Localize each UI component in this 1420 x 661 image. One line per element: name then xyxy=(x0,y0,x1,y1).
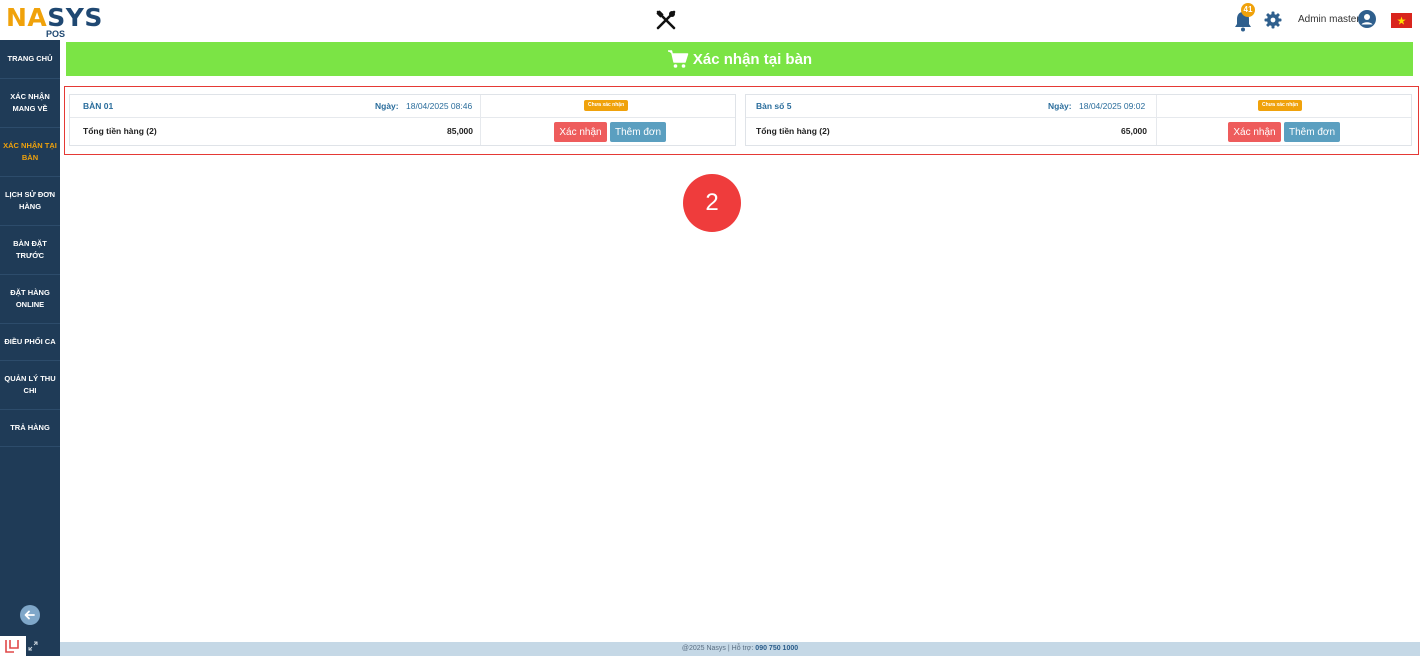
sidebar-item-table-confirm[interactable]: XÁC NHẬN TẠI BÀN xyxy=(0,128,60,177)
table-name: Bàn số 5 xyxy=(756,101,792,111)
sidebar-item-reserved-tables[interactable]: BÀN ĐẶT TRƯỚC xyxy=(0,226,60,275)
logo-pos: POS xyxy=(46,29,66,39)
sidebar-item-income-expense[interactable]: QUẢN LÝ THU CHI xyxy=(0,361,60,410)
sidebar: TRANG CHỦ XÁC NHẬN MANG VỀ XÁC NHẬN TẠI … xyxy=(0,40,60,656)
sidebar-item-home[interactable]: TRANG CHỦ xyxy=(0,40,60,79)
total-label: Tổng tiền hàng (2) xyxy=(83,126,157,136)
logo-sys: SYS xyxy=(47,3,103,32)
top-header: NASYS POS 41 Admin master xyxy=(0,0,1420,40)
order-card: BÀN 01 Ngày: 18/04/2025 08:46 Chưa xác n… xyxy=(69,94,736,146)
corner-app-icon[interactable] xyxy=(0,636,26,656)
confirm-button[interactable]: Xác nhận xyxy=(554,122,607,142)
star-icon xyxy=(1397,16,1406,25)
status-badge: Chưa xác nhận xyxy=(584,100,629,111)
order-date: 18/04/2025 08:46 xyxy=(406,101,473,111)
total-label: Tổng tiền hàng (2) xyxy=(756,126,830,136)
logo-na: NA xyxy=(6,3,48,32)
sidebar-item-shift-dispatch[interactable]: ĐIỀU PHỐI CA xyxy=(0,324,60,361)
add-order-button[interactable]: Thêm đơn xyxy=(1284,122,1340,142)
footer-text: @2025 Nasys | Hỗ trợ: xyxy=(681,645,754,652)
user-name[interactable]: Admin master xyxy=(1298,14,1360,25)
arrow-left-icon xyxy=(24,610,35,620)
sidebar-item-online-orders[interactable]: ĐẶT HÀNG ONLINE xyxy=(0,275,60,324)
utensils-icon[interactable] xyxy=(654,8,678,32)
app-logo-icon xyxy=(5,640,19,653)
table-name: BÀN 01 xyxy=(83,101,114,111)
sidebar-item-takeaway-confirm[interactable]: XÁC NHẬN MANG VỀ xyxy=(0,79,60,128)
confirm-button[interactable]: Xác nhận xyxy=(1228,122,1281,142)
total-amount: 85,000 xyxy=(447,126,473,136)
add-order-button[interactable]: Thêm đơn xyxy=(610,122,666,142)
collapse-sidebar-button[interactable] xyxy=(20,605,40,625)
sidebar-item-order-history[interactable]: LỊCH SỬ ĐƠN HÀNG xyxy=(0,177,60,226)
date-label: Ngày: xyxy=(375,101,399,111)
total-amount: 65,000 xyxy=(1121,126,1147,136)
footer: @2025 Nasys | Hỗ trợ: 090 750 1000 xyxy=(60,642,1420,656)
step-marker: 2 xyxy=(683,174,741,232)
gear-icon[interactable] xyxy=(1264,11,1282,29)
notification-badge: 41 xyxy=(1241,3,1255,17)
cart-icon xyxy=(667,50,689,68)
order-date: 18/04/2025 09:02 xyxy=(1079,101,1146,111)
support-phone[interactable]: 090 750 1000 xyxy=(755,645,798,652)
nasys-logo[interactable]: NASYS POS xyxy=(6,3,103,40)
page-title: Xác nhận tại bàn xyxy=(692,50,813,68)
language-flag-icon[interactable] xyxy=(1391,13,1412,28)
page-title-bar: Xác nhận tại bàn xyxy=(66,42,1413,76)
sidebar-item-returns[interactable]: TRẢ HÀNG xyxy=(0,410,60,447)
order-card: Bàn số 5 Ngày: 18/04/2025 09:02 Chưa xác… xyxy=(745,94,1412,146)
date-label: Ngày: xyxy=(1048,101,1072,111)
status-badge: Chưa xác nhận xyxy=(1258,100,1303,111)
expand-icon[interactable] xyxy=(28,641,38,651)
user-avatar-icon[interactable] xyxy=(1358,10,1376,28)
